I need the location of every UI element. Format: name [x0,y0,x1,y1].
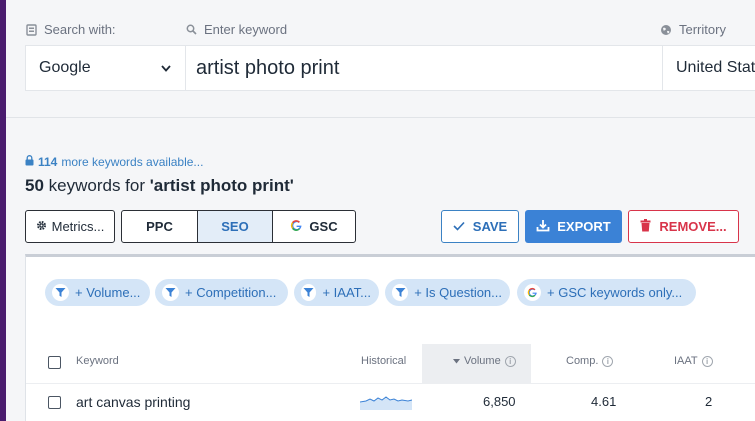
filter-chip-competition[interactable]: + Competition... [155,279,288,306]
tab-seo-label: SEO [221,219,249,234]
keyword-label-text: Enter keyword [204,22,288,37]
more-count: 114 [38,155,58,169]
territory-value: United States [676,59,755,76]
filter-icon [301,284,317,301]
filter-chip-label: + IAAT... [322,285,371,300]
mode-toggle: PPC SEO GSC [121,210,356,243]
export-label: EXPORT [557,219,611,234]
filter-icon [162,284,179,301]
engine-select[interactable]: Google [26,46,186,90]
save-label: SAVE [472,219,508,234]
filter-chip-label: + GSC keywords only... [547,285,683,300]
save-button[interactable]: SAVE [441,210,519,243]
filter-chip-label: + Is Question... [414,285,502,300]
column-comp-label: Comp. [566,355,599,367]
column-historical-label: Historical [361,355,407,367]
engine-label-text: Search with: [44,22,116,37]
app-root: Search with: Enter keyword Territory Goo… [0,0,755,421]
engine-label: Search with: [26,22,116,37]
filter-chip-label: + Volume... [75,285,141,300]
tab-ppc-label: PPC [146,219,173,234]
territory-select[interactable]: United States [662,46,755,90]
gear-icon [36,219,47,234]
engine-icon [26,23,37,36]
info-icon[interactable]: i [701,355,713,367]
metrics-label: Metrics... [51,219,105,234]
info-icon[interactable]: i [602,355,614,367]
keyword-label: Enter keyword [186,22,287,37]
column-volume-label: Volume [464,355,501,367]
search-icon [186,24,197,35]
filter-chip-iaat[interactable]: + IAAT... [294,279,379,306]
historical-sparkline [359,392,413,415]
filter-chip-is-question[interactable]: + Is Question... [385,279,510,306]
table-row-iaat: 2 [705,394,713,409]
chevron-down-icon [161,59,171,77]
table-row-comp: 4.61 [591,394,617,409]
table-row-keyword[interactable]: art canvas printing [76,394,190,410]
check-icon [453,219,465,234]
filter-chip-label: + Competition... [185,285,277,300]
column-iaat-label: IAAT [674,355,698,367]
territory-label-text: Territory [679,22,726,37]
select-all-checkbox[interactable] [48,356,61,369]
column-header-comp[interactable]: Comp. i [566,355,614,367]
sort-desc-icon [453,355,460,367]
info-icon[interactable]: i [504,355,516,367]
engine-value: Google [39,59,91,76]
results-keywords-for: keywords for [48,176,146,195]
column-header-historical: Historical [361,355,406,367]
more-text: more keywords available... [61,155,204,169]
keyword-input[interactable] [186,46,662,90]
remove-label: REMOVE... [659,219,727,234]
trash-icon [640,218,651,235]
remove-button[interactable]: REMOVE... [628,210,739,243]
tab-gsc[interactable]: GSC [273,211,355,242]
results-count: 50 [25,176,44,195]
filter-chip-volume[interactable]: + Volume... [45,279,150,306]
tab-seo[interactable]: SEO [198,211,273,242]
column-header-iaat[interactable]: IAAT i [674,355,713,367]
lock-icon [25,155,34,169]
google-g-icon [290,219,303,235]
keyword-table-card: + Volume... + Competition... + IAAT... +… [25,254,755,421]
tab-ppc[interactable]: PPC [122,211,198,242]
column-header-volume[interactable]: Volume i [453,355,516,367]
globe-icon [660,24,672,36]
row-divider [26,383,755,384]
column-keyword-label: Keyword [76,355,119,367]
results-query: 'artist photo print' [149,176,294,195]
filter-icon [392,284,409,301]
tab-gsc-label: GSC [309,219,338,234]
filter-icon [52,284,69,301]
search-panel: Search with: Enter keyword Territory Goo… [6,0,755,118]
metrics-button[interactable]: Metrics... [25,210,115,243]
search-box: Google United States [25,45,755,91]
export-button[interactable]: EXPORT [525,210,622,243]
results-title: 50 keywords for 'artist photo print' [25,176,294,196]
more-keywords-link[interactable]: 114 more keywords available... [25,155,203,169]
territory-label: Territory [660,22,726,37]
google-g-icon [524,284,541,301]
table-row-volume: 6,850 [483,394,516,409]
filter-chip-gsc-only[interactable]: + GSC keywords only... [517,279,696,306]
column-header-keyword[interactable]: Keyword [76,355,119,367]
row-checkbox[interactable] [48,396,61,409]
download-icon [536,219,550,235]
